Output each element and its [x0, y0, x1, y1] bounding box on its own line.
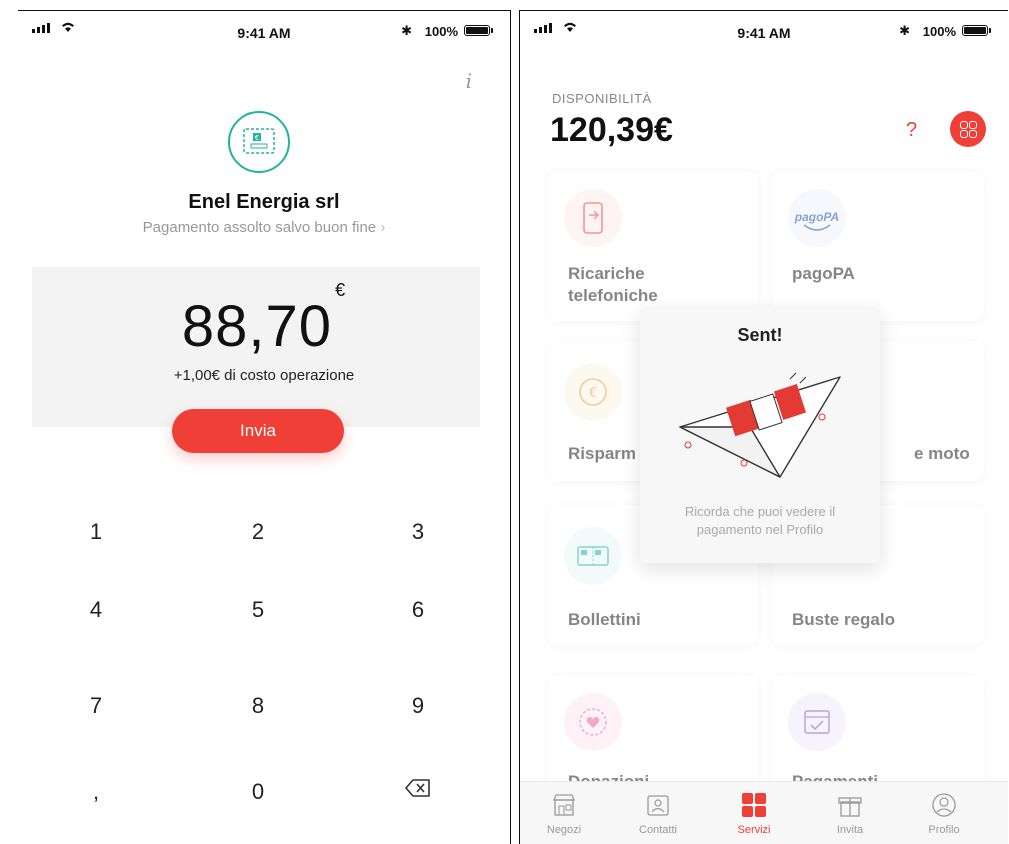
key-4[interactable]: 4 — [36, 597, 156, 623]
send-button[interactable]: Invia — [172, 409, 344, 453]
grid-menu-icon[interactable] — [950, 111, 986, 147]
tab-label: Profilo — [928, 824, 960, 836]
fee-text: +1,00€ di costo operazione — [173, 367, 355, 384]
key-5[interactable]: 5 — [198, 597, 318, 623]
sent-message: Ricorda che puoi vedere il pagamento nel… — [684, 504, 836, 537]
amount-value: 88,70€ — [18, 280, 510, 360]
paper-plane-icon — [679, 372, 841, 478]
key-3[interactable]: 3 — [358, 519, 478, 545]
gift-icon — [838, 797, 862, 817]
battery-percentage: 100% — [424, 24, 458, 39]
amount-number: 88,70 — [181, 294, 333, 359]
tab-bar: Negozi Contatti Servizi Invita Profilo — [520, 781, 1008, 844]
profile-icon — [932, 793, 956, 817]
key-8[interactable]: 8 — [198, 693, 318, 719]
key-1[interactable]: 1 — [36, 519, 156, 545]
services-screen: 9:41 AM ✱ 100% DISPONIBILITÀ 120,39€ ? R… — [519, 10, 1008, 844]
tab-label: Contatti — [639, 824, 677, 836]
key-9[interactable]: 9 — [358, 693, 478, 719]
bluetooth-icon: ✱ — [899, 23, 910, 38]
store-icon — [553, 794, 575, 816]
tab-label: Servizi — [737, 824, 771, 836]
svg-text:€: € — [255, 134, 259, 142]
contacts-icon — [647, 795, 669, 816]
sent-dialog: Sent! Ricorda che puoi vedere il pagamen… — [640, 307, 880, 563]
merchant-subtitle-text: Pagamento assolto salvo buon fine — [142, 219, 377, 236]
key-6[interactable]: 6 — [358, 597, 478, 623]
key-7[interactable]: 7 — [36, 693, 156, 719]
tab-servizi[interactable]: Servizi — [714, 790, 794, 836]
key-comma[interactable]: , — [36, 779, 156, 805]
balance-label: DISPONIBILITÀ — [552, 91, 652, 106]
info-icon[interactable]: i — [466, 69, 472, 93]
payment-screen: 9:41 AM ✱ 100% i € Enel Energia srl Paga… — [18, 10, 511, 844]
key-2[interactable]: 2 — [198, 519, 318, 545]
battery-percentage: 100% — [922, 24, 956, 39]
tab-profilo[interactable]: Profilo — [904, 790, 984, 836]
battery-icon — [464, 25, 493, 36]
tab-label: Invita — [836, 824, 864, 836]
tab-invita[interactable]: Invita — [810, 790, 890, 836]
backspace-icon[interactable] — [358, 777, 478, 803]
tab-contatti[interactable]: Contatti — [618, 790, 698, 836]
currency-symbol: € — [335, 279, 347, 300]
chevron-right-icon: › — [380, 219, 386, 236]
key-0[interactable]: 0 — [198, 779, 318, 805]
help-icon[interactable]: ? — [906, 119, 917, 142]
battery-icon — [962, 25, 991, 36]
status-bar: 9:41 AM ✱ 100% — [520, 11, 1008, 51]
status-bar: 9:41 AM ✱ 100% — [18, 11, 510, 51]
balance-value: 120,39€ — [550, 111, 673, 149]
sent-title: Sent! — [737, 325, 783, 345]
merchant-subtitle: Pagamento assolto salvo buon fine › — [18, 219, 510, 236]
services-icon — [742, 793, 766, 817]
tab-negozi[interactable]: Negozi — [524, 790, 604, 836]
bluetooth-icon: ✱ — [401, 23, 412, 38]
merchant-name: Enel Energia srl — [188, 191, 340, 213]
merchant-logo-icon: € — [228, 111, 290, 173]
tab-label: Negozi — [546, 824, 582, 836]
